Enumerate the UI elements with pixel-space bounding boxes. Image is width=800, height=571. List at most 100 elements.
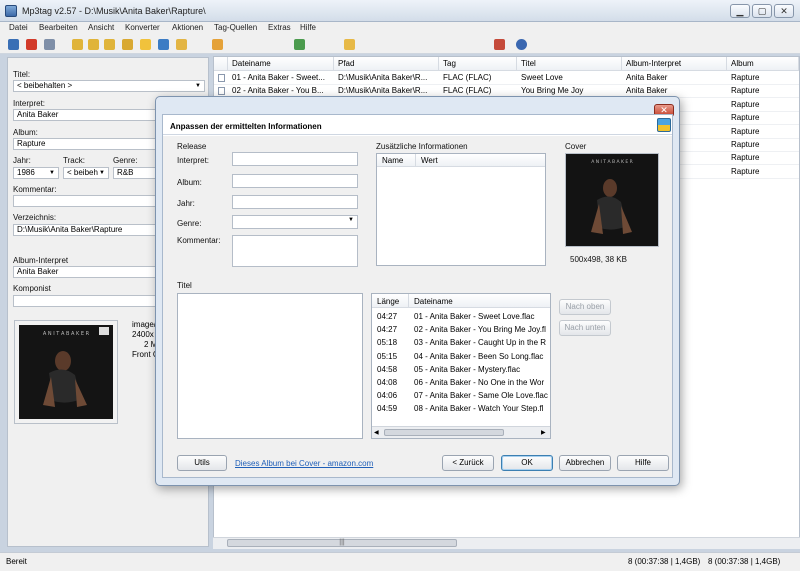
refresh-icon[interactable] (104, 39, 115, 50)
horizontal-scrollbar[interactable]: ||| (213, 537, 800, 549)
column-header-tag[interactable]: Tag (439, 57, 517, 71)
menu-ansicht[interactable]: Ansicht (88, 23, 114, 32)
add-folder-icon[interactable] (72, 39, 83, 50)
track-length[interactable]: 04:59 (377, 402, 407, 415)
ok-button[interactable]: OK (501, 455, 553, 471)
titel-label: Titel (177, 281, 192, 290)
menu-bearbeiten[interactable]: Bearbeiten (39, 23, 78, 32)
track-filename[interactable]: 02 - Anita Baker - You Bring Me Joy.fl (414, 323, 548, 336)
track-list[interactable]: Länge Dateiname 04:27 01 - Anita Baker - … (371, 293, 551, 439)
track-label: Track: (63, 156, 85, 165)
kommentar-input[interactable] (232, 235, 358, 267)
help-button[interactable]: Hilfe (617, 455, 669, 471)
track-filename[interactable]: 04 - Anita Baker - Been So Long.flac (414, 350, 548, 363)
back-button[interactable]: < Zurück (442, 455, 494, 471)
amazon-link[interactable]: Dieses Album bei Cover - amazon.com (235, 459, 373, 468)
scrollbar-thumb[interactable]: ||| (227, 539, 457, 547)
delete-icon[interactable] (26, 39, 37, 50)
tag-source-icon[interactable] (212, 39, 223, 50)
menu-aktionen[interactable]: Aktionen (172, 23, 203, 32)
table-cell-titel[interactable]: Sweet Love (521, 71, 621, 84)
column-header-wert[interactable]: Wert (421, 156, 438, 165)
file-tag-icon[interactable] (176, 39, 187, 50)
table-cell-album[interactable]: Rapture (731, 125, 797, 138)
interpret-input[interactable] (232, 152, 358, 166)
track-filename[interactable]: 03 - Anita Baker - Caught Up in the R (414, 336, 548, 349)
track-filename[interactable]: 05 - Anita Baker - Mystery.flac (414, 363, 548, 376)
move-down-button[interactable]: Nach unten (559, 320, 611, 336)
dialog-cover-image[interactable]: A N I T A B A K E R (565, 153, 659, 247)
change-dir-icon[interactable] (88, 39, 99, 50)
zusatz-table[interactable]: Name Wert (376, 153, 546, 266)
menu-konverter[interactable]: Konverter (125, 23, 160, 32)
table-cell-album[interactable]: Rapture (731, 98, 797, 111)
column-header-pfad[interactable]: Pfad (334, 57, 439, 71)
menu-hilfe[interactable]: Hilfe (300, 23, 316, 32)
track-length[interactable]: 04:27 (377, 310, 407, 323)
genre-select[interactable]: ▼ (232, 215, 358, 229)
column-divider (415, 154, 416, 167)
table-cell-album[interactable]: Rapture (731, 111, 797, 124)
table-cell-album-interpret[interactable]: Anita Baker (626, 71, 726, 84)
column-header-dateiname[interactable]: Dateiname (414, 297, 453, 306)
move-up-button[interactable]: Nach oben (559, 299, 611, 315)
actions-icon[interactable] (294, 39, 305, 50)
undo-icon[interactable] (44, 39, 55, 50)
table-cell-album[interactable]: Rapture (731, 84, 797, 97)
reload-icon[interactable] (140, 39, 151, 50)
menu-datei[interactable]: Datei (9, 23, 28, 32)
menu-extras[interactable]: Extras (268, 23, 291, 32)
track-filename[interactable]: 07 - Anita Baker - Same Ole Love.flac (414, 389, 548, 402)
titel-list[interactable] (177, 293, 363, 439)
cover-image[interactable]: A N I T A B A K E R (14, 320, 118, 424)
titel-label: Titel: (13, 70, 31, 79)
table-cell-album[interactable]: Rapture (731, 151, 797, 164)
column-header-name[interactable]: Name (382, 156, 403, 165)
track-length[interactable]: 04:27 (377, 323, 407, 336)
favorite-icon[interactable] (122, 39, 133, 50)
track-list-scrollbar[interactable]: ◀ ▶ (372, 426, 550, 438)
track-length[interactable]: 04:08 (377, 376, 407, 389)
utils-button[interactable]: Utils (177, 455, 227, 471)
cancel-button[interactable]: Abbrechen (559, 455, 611, 471)
tag-file-icon[interactable] (158, 39, 169, 50)
column-header-album-interpret[interactable]: Album-Interpret (622, 57, 727, 71)
track-list-header: Länge Dateiname (372, 294, 550, 308)
titel-field[interactable]: < beibehalten > ▼ (13, 80, 205, 92)
track-filename[interactable]: 06 - Anita Baker - No One in the Wor (414, 376, 548, 389)
maximize-button[interactable]: ▢ (752, 4, 772, 18)
menu-tag-quellen[interactable]: Tag-Quellen (214, 23, 257, 32)
track-length[interactable]: 05:15 (377, 350, 407, 363)
table-cell-album[interactable]: Rapture (731, 165, 797, 178)
table-cell-tag[interactable]: FLAC (FLAC) (443, 71, 515, 84)
table-cell-dateiname[interactable]: 01 - Anita Baker - Sweet... (232, 71, 332, 84)
track-field[interactable]: < beibeh ▼ (63, 167, 109, 179)
table-cell-album[interactable]: Rapture (731, 71, 797, 84)
chevron-down-icon: ▼ (99, 170, 105, 176)
table-cell-album[interactable]: Rapture (731, 138, 797, 151)
column-header-titel[interactable]: Titel (517, 57, 622, 71)
jahr-field[interactable]: 1986 ▼ (13, 167, 59, 179)
save-icon[interactable] (8, 39, 19, 50)
track-filename[interactable]: 01 - Anita Baker - Sweet Love.flac (414, 310, 548, 323)
column-header-laenge[interactable]: Länge (377, 297, 399, 306)
scrollbar-thumb[interactable] (384, 429, 504, 436)
scroll-left-icon[interactable]: ◀ (374, 429, 379, 436)
close-button[interactable]: ✕ (774, 4, 794, 18)
track-length[interactable]: 05:18 (377, 336, 407, 349)
jahr-input[interactable] (232, 195, 358, 209)
minimize-button[interactable]: ▁ (730, 4, 750, 18)
convert-icon[interactable] (344, 39, 355, 50)
column-header-album[interactable]: Album (727, 57, 799, 71)
track-length[interactable]: 04:06 (377, 389, 407, 402)
track-length[interactable]: 04:58 (377, 363, 407, 376)
chevron-down-icon: ▼ (49, 170, 55, 176)
column-header-dateiname[interactable]: Dateiname (228, 57, 334, 71)
help-icon[interactable] (516, 39, 527, 50)
table-cell-pfad[interactable]: D:\Musik\Anita Baker\R... (338, 71, 438, 84)
track-filename[interactable]: 08 - Anita Baker - Watch Your Step.fl (414, 402, 548, 415)
scroll-right-icon[interactable]: ▶ (541, 429, 546, 436)
options-icon[interactable] (494, 39, 505, 50)
dialog-body: Release Interpret: Album: Jahr: Genre: ▼… (163, 136, 672, 477)
album-input[interactable] (232, 174, 358, 188)
